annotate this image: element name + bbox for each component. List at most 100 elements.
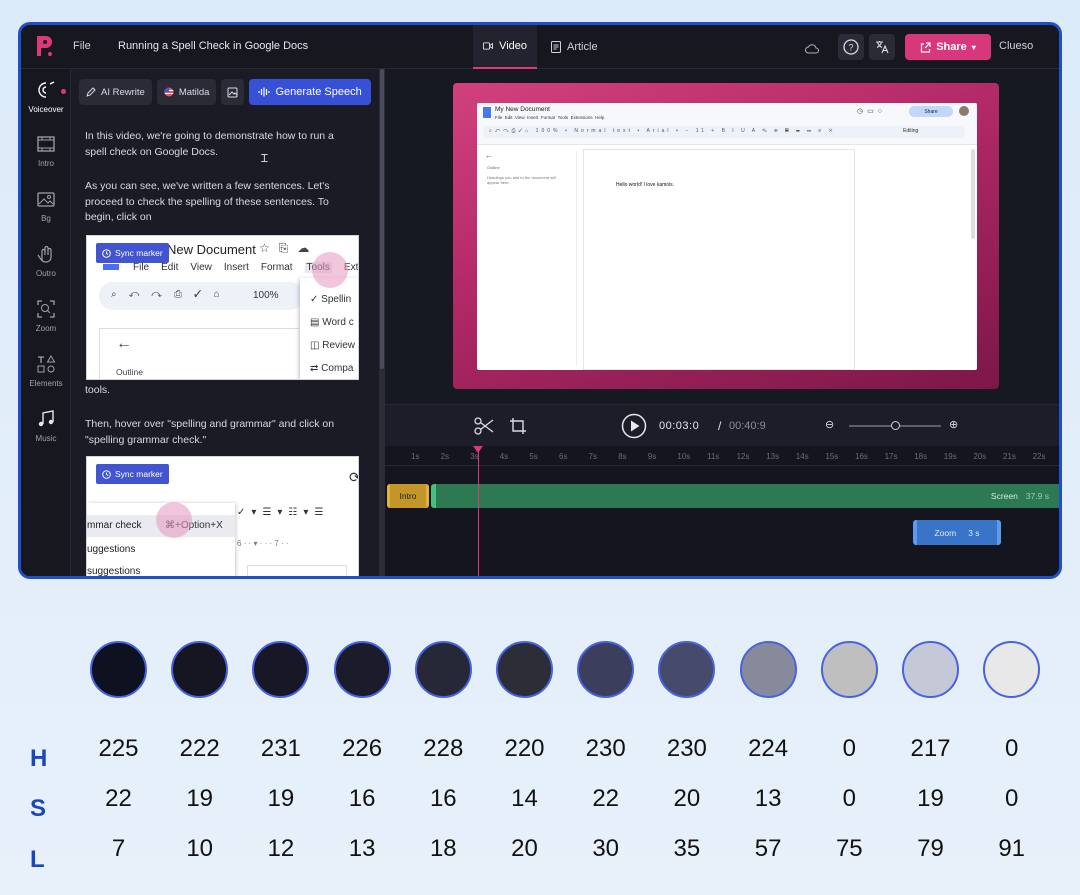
- avatar: [959, 106, 969, 116]
- saturation-value: 20: [673, 785, 701, 812]
- playhead-handle[interactable]: [473, 446, 483, 453]
- clueso-logo-icon[interactable]: [33, 33, 55, 59]
- sync-marker-badge[interactable]: Sync marker: [96, 243, 169, 263]
- hue-value: 230: [666, 735, 707, 762]
- ruler-tick-label: 8s: [618, 452, 627, 461]
- color-swatch: [820, 641, 878, 698]
- help-icon[interactable]: ?: [838, 34, 864, 60]
- editor-scrollbar-thumb[interactable]: [380, 69, 384, 369]
- sidebar-item-music[interactable]: Music: [21, 408, 71, 443]
- zoom-slider-handle[interactable]: [890, 421, 900, 430]
- app-window: File Running a Spell Check in Google Doc…: [18, 22, 1062, 579]
- back-arrow-icon: ←: [485, 151, 493, 160]
- ruler-tick-label: 12s: [736, 452, 750, 461]
- timeline[interactable]: 1s 2s 3s 4s 5s 6s 7s 8s 9s 10s 11s 12s 13s 14s 15s 16s 1…: [385, 446, 1059, 576]
- hue-value: 228: [423, 735, 464, 762]
- sidebar-item-voiceover[interactable]: Voiceover: [21, 79, 71, 114]
- zoom-clip-label: Zoom: [934, 527, 957, 538]
- intro-clip-label: Intro: [399, 491, 417, 501]
- sync-marker-badge[interactable]: Sync marker: [96, 464, 169, 484]
- screen-clip[interactable]: Screen 37.9 s: [431, 484, 1059, 508]
- ruler-tick-label: 20s: [973, 452, 987, 461]
- lightness-value: 91: [998, 835, 1026, 862]
- shot-page: [247, 565, 347, 576]
- script-editor-panel: AI Rewrite Matilda Generate Speech In th…: [71, 69, 379, 576]
- insert-image-button[interactable]: [221, 79, 245, 105]
- ruler-tick-label: 13s: [766, 452, 780, 461]
- editor-toolbar: AI Rewrite Matilda Generate Speech: [79, 79, 371, 105]
- color-swatch: [414, 641, 472, 698]
- lightness-value: 20: [511, 835, 538, 862]
- back-arrow-icon: ←: [116, 335, 132, 352]
- ruler-tick-label: 11s: [707, 452, 720, 461]
- doc-header-icons: ◷▭○: [857, 108, 886, 115]
- timeline-zoom-slider[interactable]: [849, 421, 941, 430]
- zoom-clip[interactable]: Zoom 3 s: [913, 520, 1001, 545]
- embedded-screenshot[interactable]: mmar check ⌘+Option+X uggestions suggest…: [86, 456, 359, 576]
- shot-tools-item: Word c: [322, 317, 354, 328]
- doc-menu-bar: File Edit View Insert Format Tools Exten…: [495, 115, 605, 120]
- shot-ruler: 6 · · ▾ · · · 7 · ·: [237, 539, 289, 548]
- ai-rewrite-button[interactable]: AI Rewrite: [79, 79, 152, 105]
- preview-document[interactable]: My New Document File Edit View Insert Fo…: [477, 103, 977, 370]
- shot-toolbar-icons: ⌕↶↷⎙✓⌂: [111, 289, 232, 300]
- lightness-value: 79: [917, 835, 944, 862]
- user-menu[interactable]: Clueso: [999, 40, 1033, 52]
- generate-speech-button[interactable]: Generate Speech: [249, 79, 371, 105]
- shot-outline-label: Outline: [116, 367, 143, 377]
- tab-video[interactable]: Video: [473, 25, 537, 69]
- voice-selector[interactable]: Matilda: [156, 79, 217, 105]
- elements-icon: [37, 355, 56, 373]
- hue-value: 0: [842, 735, 856, 762]
- hue-value: 217: [910, 735, 951, 762]
- crop-icon[interactable]: [509, 417, 527, 435]
- share-button[interactable]: Share ▾: [905, 34, 991, 60]
- svg-text:?: ?: [848, 43, 853, 53]
- script-paragraph[interactable]: In this video, we're going to demonstrat…: [85, 129, 355, 160]
- active-indicator-dot: [61, 89, 66, 94]
- sidebar-item-label: Intro: [37, 159, 54, 168]
- sidebar-item-label: Elements: [29, 379, 63, 388]
- hue-value: 0: [1005, 735, 1019, 762]
- sidebar-item-label: Bg: [41, 214, 51, 223]
- script-paragraph[interactable]: Then, hover over "spelling and grammar" …: [85, 417, 355, 448]
- doc-page: Hello world! I love kamols.: [583, 149, 855, 370]
- script-paragraph[interactable]: tools.: [85, 383, 355, 399]
- scissors-icon[interactable]: [474, 417, 494, 435]
- sidebar-item-bg[interactable]: Bg: [21, 188, 71, 223]
- color-swatch: [171, 641, 229, 698]
- sidebar-item-intro[interactable]: Intro: [21, 133, 71, 168]
- time-separator: /: [718, 419, 722, 433]
- sidebar-item-elements[interactable]: Elements: [21, 353, 71, 388]
- intro-clip[interactable]: Intro: [387, 484, 429, 508]
- zoom-in-icon[interactable]: ⊕: [949, 418, 958, 431]
- ruler-tick-label: 17s: [884, 452, 898, 461]
- document-title[interactable]: Running a Spell Check in Google Docs: [118, 40, 308, 52]
- waveform-icon: [258, 87, 271, 97]
- ruler-tick-label: 14s: [795, 452, 809, 461]
- script-paragraph[interactable]: As you can see, we've written a few sent…: [85, 179, 355, 226]
- saturation-value: 14: [511, 785, 538, 812]
- embedded-screenshot[interactable]: New Document ☆⎘☁ File Edit View Insert F…: [86, 235, 359, 380]
- file-menu[interactable]: File: [73, 40, 91, 52]
- docs-logo-icon: [103, 264, 119, 270]
- play-icon[interactable]: [621, 413, 647, 439]
- shot-menu-item: File: [133, 262, 150, 273]
- sidebar-item-outro[interactable]: Outro: [21, 243, 71, 278]
- color-swatch: [902, 641, 959, 698]
- tab-article[interactable]: Article: [541, 25, 608, 69]
- shot-doc-title: New Document: [167, 242, 256, 257]
- timeline-ruler[interactable]: 1s 2s 3s 4s 5s 6s 7s 8s 9s 10s 11s 12s 13s 14s 15s 16s 1…: [385, 446, 1059, 466]
- translate-icon[interactable]: [869, 34, 895, 60]
- saturation-value: 22: [592, 785, 620, 812]
- sidebar-item-zoom[interactable]: Zoom: [21, 298, 71, 333]
- voice-name: Matilda: [178, 86, 210, 98]
- ruler-tick-label: 5s: [529, 452, 538, 461]
- zoom-out-icon[interactable]: ⊖: [825, 418, 834, 431]
- color-swatch: [739, 641, 797, 698]
- lightness-value: 75: [835, 835, 863, 862]
- playhead[interactable]: [478, 446, 479, 576]
- text-cursor-icon: Ꮖ: [261, 153, 269, 165]
- shot-toolbar-icons: ✓▾☰▾☷▾☰: [237, 507, 330, 518]
- doc-toolbar-icons: ⌕↶↷⎙✓⌂ 100% ▾ Normal text ▾ Arial ▾ − 11…: [489, 128, 836, 134]
